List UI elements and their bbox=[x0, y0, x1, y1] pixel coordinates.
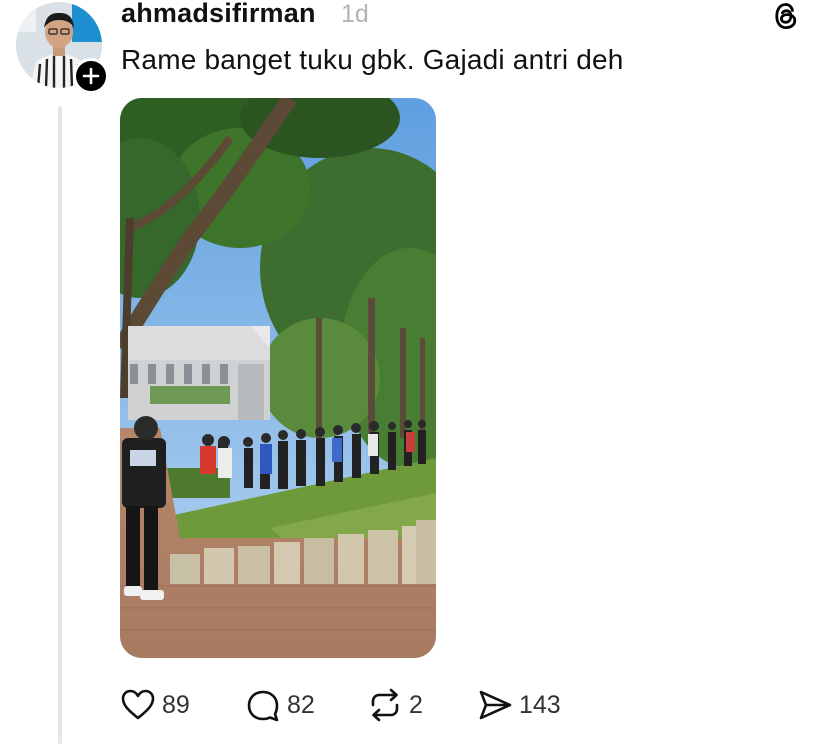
share-button[interactable]: 143 bbox=[477, 682, 561, 728]
reply-button[interactable]: 82 bbox=[245, 682, 315, 728]
send-icon bbox=[479, 690, 512, 720]
threads-logo-icon[interactable] bbox=[770, 0, 802, 32]
repost-button[interactable]: 2 bbox=[367, 682, 423, 728]
repost-count: 2 bbox=[409, 690, 423, 719]
reply-count: 82 bbox=[287, 690, 315, 719]
post-text: Rame banget tuku gbk. Gajadi antri deh bbox=[121, 44, 624, 75]
heart-icon bbox=[121, 689, 155, 720]
plus-icon bbox=[82, 67, 100, 85]
like-count: 89 bbox=[162, 690, 190, 719]
comment-bubble-icon bbox=[247, 690, 279, 722]
username[interactable]: ahmadsifirman bbox=[121, 0, 316, 29]
thread-line bbox=[58, 106, 62, 744]
action-bar: 89 82 2 143 bbox=[120, 682, 600, 728]
follow-button[interactable] bbox=[73, 58, 109, 94]
repost-icon bbox=[371, 688, 399, 722]
timestamp: 1d bbox=[341, 0, 369, 28]
post-image[interactable] bbox=[120, 98, 436, 658]
share-count: 143 bbox=[519, 690, 561, 719]
like-button[interactable]: 89 bbox=[120, 682, 190, 728]
